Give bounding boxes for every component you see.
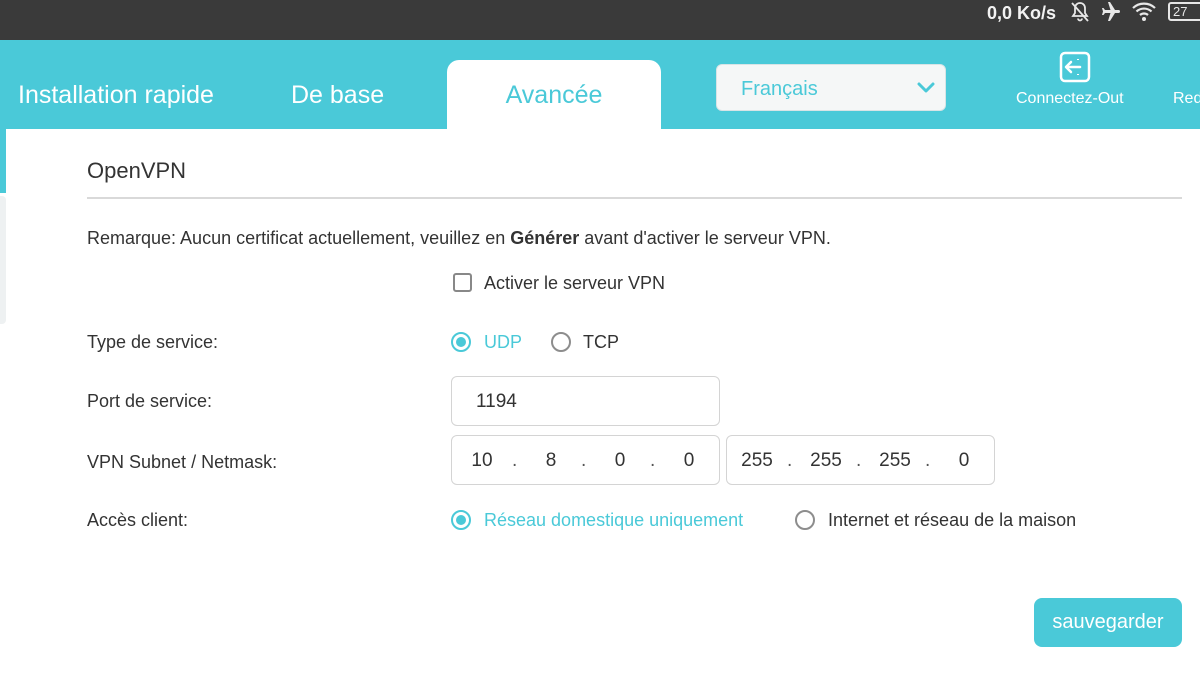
language-value: Français bbox=[741, 78, 818, 100]
logout-icon[interactable] bbox=[1058, 50, 1092, 89]
note-generate: Générer bbox=[510, 228, 580, 248]
subnet-octet-4[interactable]: 0 bbox=[671, 450, 707, 472]
subnet-dot: . bbox=[512, 450, 518, 471]
tab-advanced[interactable]: Avancée bbox=[447, 60, 661, 129]
netmask-octet-4[interactable]: 0 bbox=[946, 450, 982, 472]
save-button[interactable]: sauvegarder bbox=[1034, 598, 1182, 647]
internet-home-label[interactable]: Internet et réseau de la maison bbox=[828, 509, 1076, 531]
netmask-octet-3[interactable]: 255 bbox=[877, 450, 913, 472]
udp-label[interactable]: UDP bbox=[484, 331, 522, 353]
netmask-dot: . bbox=[787, 450, 793, 471]
subnet-octet-2[interactable]: 8 bbox=[533, 450, 569, 472]
certificate-note: Remarque: Aucun certificat actuellement,… bbox=[87, 227, 831, 249]
udp-radio[interactable] bbox=[451, 332, 471, 352]
page-title: OpenVPN bbox=[87, 158, 187, 183]
tcp-label[interactable]: TCP bbox=[583, 331, 619, 353]
internet-home-radio[interactable] bbox=[795, 510, 815, 530]
language-select[interactable]: Français bbox=[716, 64, 946, 111]
wifi-icon bbox=[1131, 0, 1157, 24]
service-port-input[interactable]: 1194 bbox=[451, 376, 720, 426]
enable-vpn-checkbox[interactable] bbox=[453, 273, 472, 292]
netmask-octet-1[interactable]: 255 bbox=[739, 450, 775, 472]
tab-basic[interactable]: De base bbox=[291, 80, 384, 110]
subnet-label: VPN Subnet / Netmask: bbox=[87, 452, 278, 472]
active-menu-indicator bbox=[0, 129, 6, 193]
service-type-label: Type de service: bbox=[87, 332, 219, 352]
client-access-label: Accès client: bbox=[87, 510, 189, 530]
top-navigation: Installation rapide De base Avancée Fran… bbox=[0, 40, 1200, 129]
subnet-octet-1[interactable]: 10 bbox=[464, 450, 500, 472]
sidebar-edge bbox=[0, 196, 6, 324]
service-port-label: Port de service: bbox=[87, 391, 213, 411]
netmask-input[interactable]: 255 . 255 . 255 . 0 bbox=[726, 435, 995, 485]
subnet-octet-3[interactable]: 0 bbox=[602, 450, 638, 472]
status-bar: 0,0 Ko/s 27 bbox=[0, 0, 1200, 40]
netmask-dot: . bbox=[856, 450, 862, 471]
tab-quick-setup[interactable]: Installation rapide bbox=[18, 80, 214, 110]
service-port-value: 1194 bbox=[476, 391, 517, 412]
network-speed: 0,0 Ko/s bbox=[987, 3, 1057, 23]
airplane-icon bbox=[1098, 0, 1122, 24]
netmask-octet-2[interactable]: 255 bbox=[808, 450, 844, 472]
enable-vpn-label[interactable]: Activer le serveur VPN bbox=[484, 272, 665, 294]
reboot-button[interactable]: Red bbox=[1173, 89, 1200, 109]
home-network-radio[interactable] bbox=[451, 510, 471, 530]
note-suffix: avant d'activer le serveur VPN. bbox=[579, 228, 831, 248]
subnet-input[interactable]: 10 . 8 . 0 . 0 bbox=[451, 435, 720, 485]
bell-off-icon bbox=[1068, 0, 1092, 24]
battery-icon: 27 bbox=[1168, 2, 1200, 21]
home-network-label[interactable]: Réseau domestique uniquement bbox=[484, 509, 743, 531]
subnet-dot: . bbox=[650, 450, 656, 471]
chevron-down-icon bbox=[917, 81, 935, 100]
tab-advanced-label: Avancée bbox=[505, 81, 603, 109]
subnet-dot: . bbox=[581, 450, 587, 471]
note-prefix: Remarque: Aucun certificat actuellement,… bbox=[87, 228, 511, 248]
logout-button[interactable]: Connectez-Out bbox=[1016, 89, 1124, 109]
netmask-dot: . bbox=[925, 450, 931, 471]
tcp-radio[interactable] bbox=[551, 332, 571, 352]
title-divider bbox=[87, 197, 1182, 199]
